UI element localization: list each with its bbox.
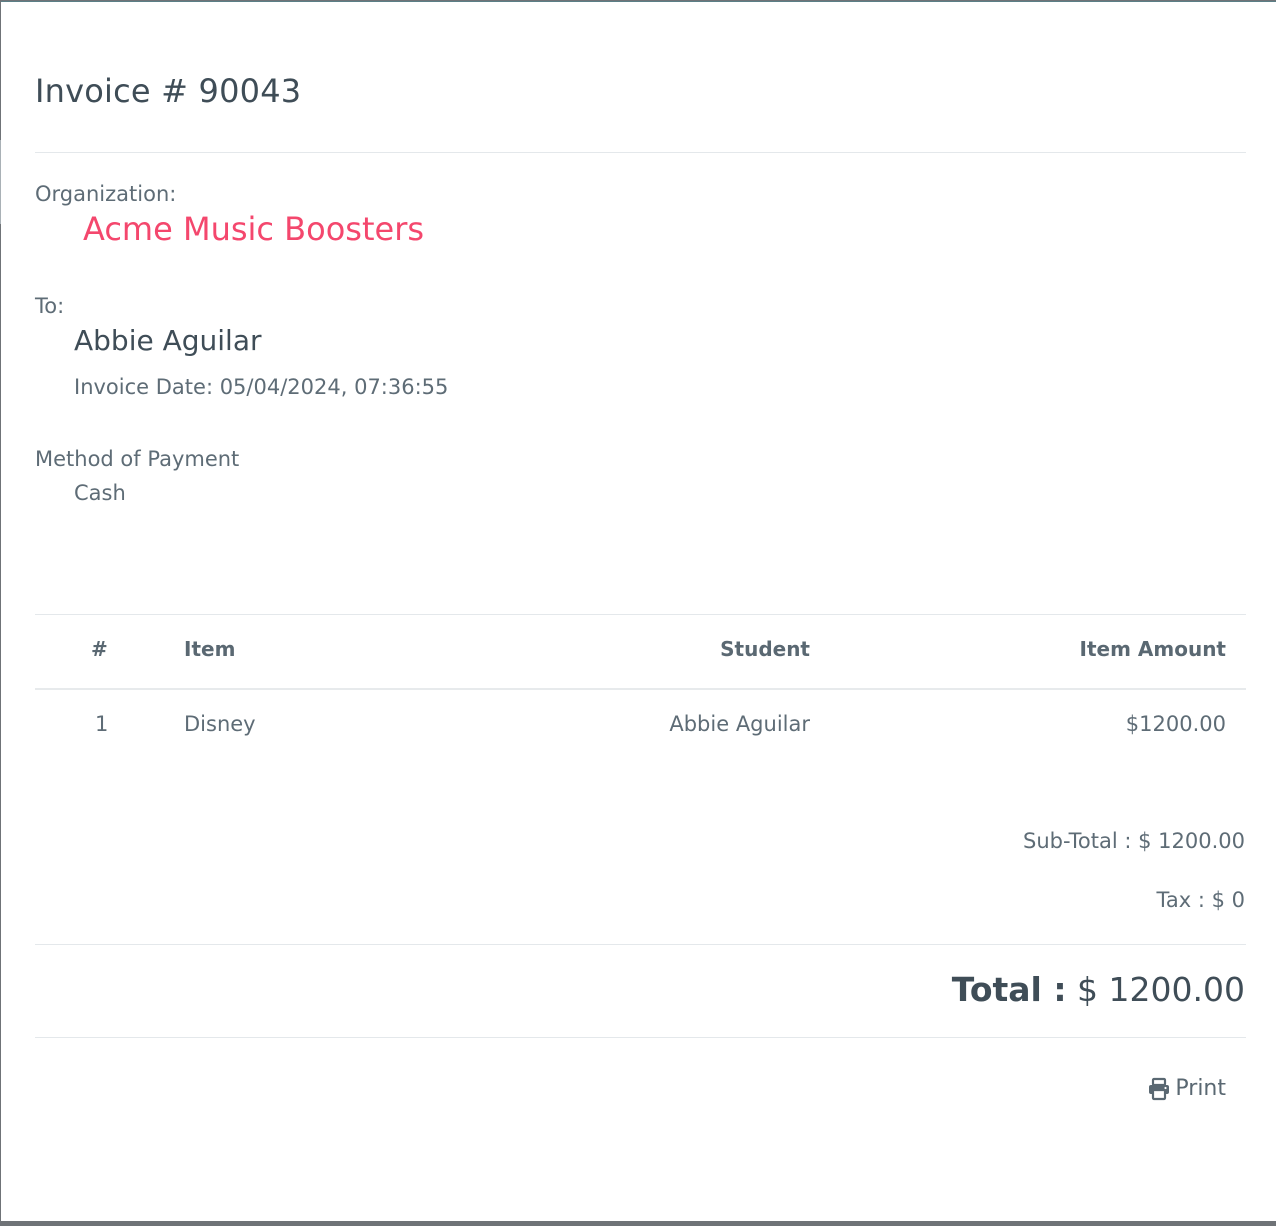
total: Total : $ 1200.00 [952, 970, 1245, 1009]
backdrop-edge [0, 1221, 1276, 1226]
print-label: Print [1175, 1076, 1226, 1101]
row-number: 1 [95, 712, 109, 736]
divider [35, 944, 1246, 945]
printer-icon [1147, 1077, 1171, 1101]
total-value: $ 1200.00 [1066, 970, 1245, 1009]
divider [35, 152, 1246, 153]
print-button[interactable]: Print [1147, 1076, 1226, 1101]
row-student: Abbie Aguilar [669, 712, 810, 736]
organization-label: Organization: [35, 182, 177, 206]
organization-name: Acme Music Boosters [83, 210, 425, 248]
subtotal: Sub-Total : $ 1200.00 [1023, 829, 1245, 853]
invoice-modal: Invoice # 90043 Organization: Acme Music… [1, 1, 1276, 1221]
table-top-border [35, 614, 1246, 615]
divider [35, 1037, 1246, 1038]
recipient-name: Abbie Aguilar [74, 324, 262, 357]
invoice-title: Invoice # 90043 [35, 72, 302, 110]
payment-method-label: Method of Payment [35, 447, 240, 471]
payment-method-value: Cash [74, 481, 126, 505]
total-label: Total : [951, 970, 1067, 1009]
column-header-student: Student [720, 637, 810, 661]
invoice-date: Invoice Date: 05/04/2024, 07:36:55 [74, 375, 449, 399]
table-header-border [35, 688, 1246, 690]
left-edge-mark [0, 140, 1, 224]
to-label: To: [35, 294, 65, 318]
column-header-number: # [91, 637, 108, 661]
tax: Tax : $ 0 [1156, 888, 1245, 912]
column-header-item: Item [184, 637, 236, 661]
row-item: Disney [184, 712, 256, 736]
column-header-item-amount: Item Amount [1079, 637, 1226, 661]
row-item-amount: $1200.00 [1125, 712, 1226, 736]
